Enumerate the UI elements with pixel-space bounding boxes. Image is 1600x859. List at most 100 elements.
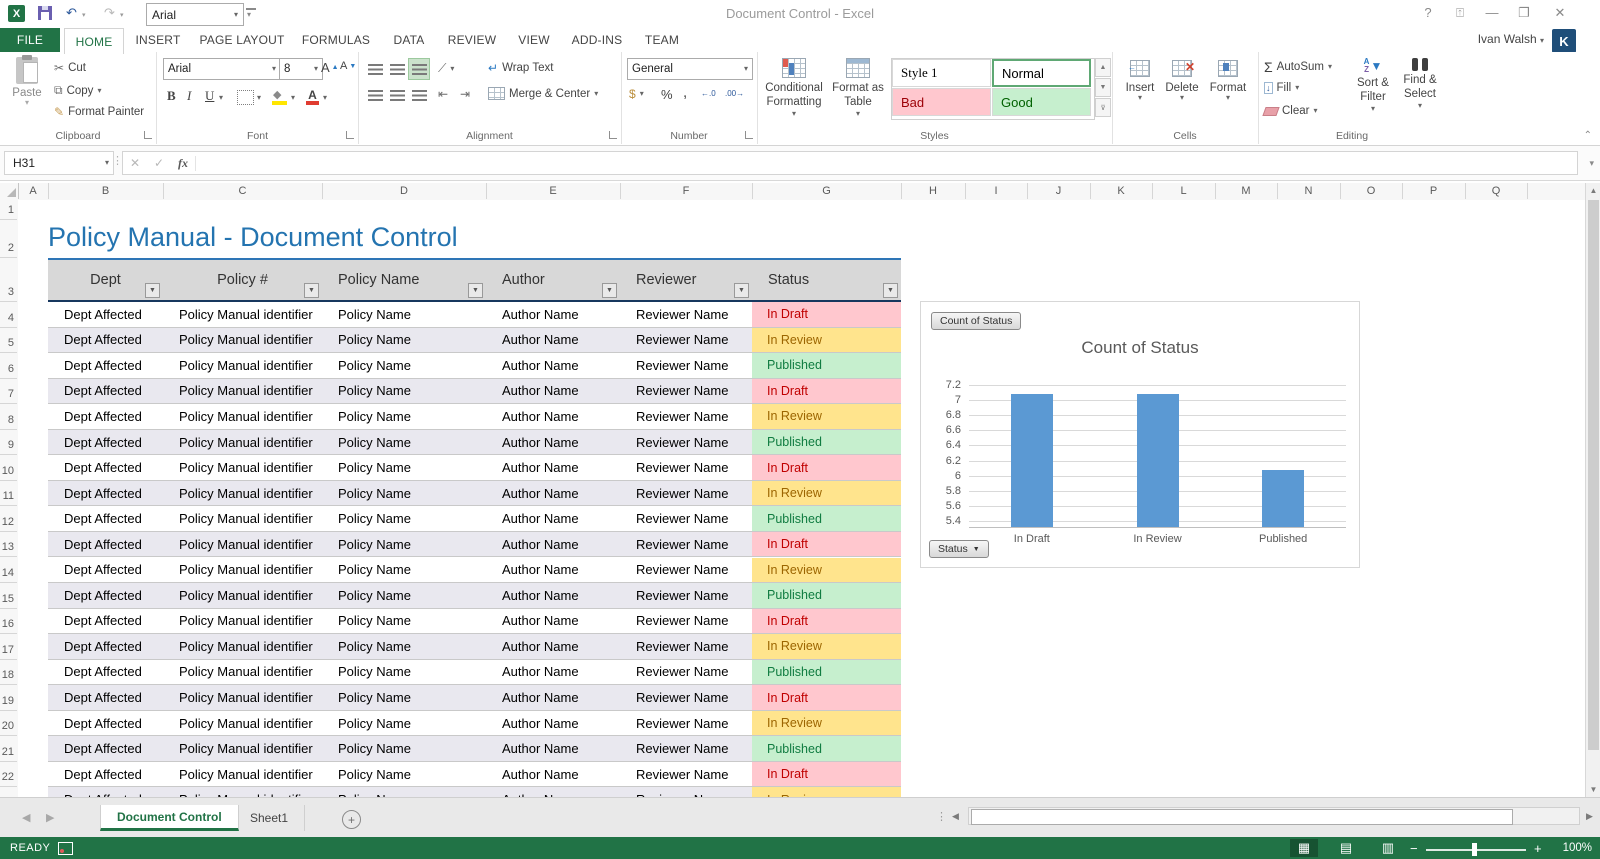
zoom-in-icon[interactable]: +: [1534, 841, 1542, 856]
borders-icon[interactable]: [237, 90, 254, 105]
row-header-11[interactable]: 11: [0, 481, 17, 507]
row-header-13[interactable]: 13: [0, 532, 17, 558]
wrap-text-button[interactable]: ↵ Wrap Text: [488, 61, 553, 75]
align-middle-button[interactable]: [386, 58, 408, 80]
status-badge[interactable]: In Draft: [752, 531, 901, 557]
cell-policy-num[interactable]: Policy Manual identifier: [163, 583, 322, 608]
column-header-D[interactable]: D: [322, 183, 487, 199]
cell-dept[interactable]: Dept Affected: [48, 379, 163, 404]
number-format-combo[interactable]: General ▾: [627, 58, 753, 80]
cell-policy-num[interactable]: Policy Manual identifier: [163, 379, 322, 404]
cell-dept[interactable]: Dept Affected: [48, 558, 163, 583]
cell-policy-num[interactable]: Policy Manual identifier: [163, 481, 322, 506]
cell-policy-name[interactable]: Policy Name: [322, 762, 486, 787]
cell-reviewer[interactable]: Reviewer Name: [620, 583, 752, 608]
status-badge[interactable]: In Review: [752, 480, 901, 506]
delete-cells-button[interactable]: ✕ Delete ▾: [1162, 60, 1202, 102]
shrink-font-button[interactable]: A ▼: [340, 60, 356, 72]
cell-dept[interactable]: Dept Affected: [48, 736, 163, 761]
style-good[interactable]: Good: [992, 88, 1091, 116]
italic-button[interactable]: I: [187, 88, 191, 104]
cell-policy-num[interactable]: Policy Manual identifier: [163, 685, 322, 710]
cell-author[interactable]: Author Name: [486, 481, 620, 506]
cell-policy-num[interactable]: Policy Manual identifier: [163, 353, 322, 378]
status-badge[interactable]: Published: [752, 429, 901, 455]
normal-view-icon[interactable]: ▦: [1290, 839, 1318, 857]
column-header-Q[interactable]: Q: [1465, 183, 1528, 199]
row-header-18[interactable]: 18: [0, 660, 17, 686]
row-header-4[interactable]: 4: [0, 302, 17, 328]
cell-dept[interactable]: Dept Affected: [48, 353, 163, 378]
font-name-combo[interactable]: Arial ▾: [163, 58, 281, 80]
column-header-F[interactable]: F: [620, 183, 753, 199]
filter-dropdown-icon[interactable]: ▼: [468, 283, 483, 298]
filter-dropdown-icon[interactable]: ▼: [883, 283, 898, 298]
row-header-15[interactable]: 15: [0, 583, 17, 609]
row-header-14[interactable]: 14: [0, 558, 17, 584]
column-header-C[interactable]: C: [163, 183, 323, 199]
cell-policy-num[interactable]: Policy Manual identifier: [163, 762, 322, 787]
cell-policy-name[interactable]: Policy Name: [322, 353, 486, 378]
ribbon-tab-home[interactable]: HOME: [64, 28, 124, 54]
minimize-icon[interactable]: —: [1480, 5, 1504, 20]
new-sheet-button[interactable]: +: [342, 810, 361, 829]
cell-policy-num[interactable]: Policy Manual identifier: [163, 302, 322, 327]
scroll-down-icon[interactable]: ▼: [1586, 782, 1600, 797]
cell-reviewer[interactable]: Reviewer Name: [620, 685, 752, 710]
table-row[interactable]: Dept AffectedPolicy Manual identifierPol…: [48, 685, 901, 711]
find-select-button[interactable]: Find & Select ▾: [1398, 58, 1442, 110]
cell-dept[interactable]: Dept Affected: [48, 302, 163, 327]
chevron-down-icon[interactable]: ▾: [219, 94, 223, 102]
cell-policy-name[interactable]: Policy Name: [322, 609, 486, 634]
column-header-G[interactable]: G: [752, 183, 902, 199]
cell-policy-name[interactable]: Policy Name: [322, 532, 486, 557]
ribbon-tab-data[interactable]: DATA: [382, 28, 436, 52]
cell-reviewer[interactable]: Reviewer Name: [620, 609, 752, 634]
pivot-chart[interactable]: Count of Status Count of Status 5.4 5.6 5.…: [920, 301, 1360, 568]
table-row[interactable]: Dept AffectedPolicy Manual identifierPol…: [48, 327, 901, 354]
macro-record-icon[interactable]: [58, 842, 73, 855]
filter-dropdown-icon[interactable]: ▼: [602, 283, 617, 298]
ribbon-tab-review[interactable]: REVIEW: [440, 28, 504, 52]
next-sheet-icon[interactable]: ▶: [46, 811, 54, 824]
font-size-combo[interactable]: 8 ▾: [279, 58, 323, 80]
status-badge[interactable]: In Draft: [752, 302, 901, 327]
cell-policy-name[interactable]: Policy Name: [322, 787, 486, 797]
cell-dept[interactable]: Dept Affected: [48, 506, 163, 531]
bar-in-review[interactable]: [1136, 394, 1179, 527]
style-style1[interactable]: Style 1: [892, 59, 991, 87]
dialog-launcher-icon[interactable]: [745, 131, 753, 139]
cell-policy-name[interactable]: Policy Name: [322, 404, 486, 429]
align-bottom-button[interactable]: [408, 58, 430, 80]
chevron-down-icon[interactable]: ▾: [257, 94, 261, 102]
chart-axis-field-button[interactable]: Status ▼: [929, 540, 989, 558]
cell-reviewer[interactable]: Reviewer Name: [620, 379, 752, 404]
cell-reviewer[interactable]: Reviewer Name: [620, 787, 752, 797]
dialog-launcher-icon[interactable]: [609, 131, 617, 139]
clear-button[interactable]: Clear ▾: [1262, 105, 1318, 117]
table-row[interactable]: Dept AffectedPolicy Manual identifierPol…: [48, 557, 901, 584]
format-as-table-button[interactable]: Format as Table ▾: [829, 58, 887, 118]
vertical-scrollbar[interactable]: ▲ ▼: [1585, 183, 1600, 797]
row-header-17[interactable]: 17: [0, 634, 17, 660]
align-center-button[interactable]: [386, 84, 408, 106]
table-row[interactable]: Dept AffectedPolicy Manual identifierPol…: [48, 378, 901, 405]
bar-published[interactable]: [1262, 469, 1305, 527]
cell-reviewer[interactable]: Reviewer Name: [620, 353, 752, 378]
cell-reviewer[interactable]: Reviewer Name: [620, 558, 752, 583]
status-badge[interactable]: In Review: [752, 710, 901, 736]
cell-reviewer[interactable]: Reviewer Name: [620, 660, 752, 685]
cell-policy-name[interactable]: Policy Name: [322, 455, 486, 480]
cell-policy-name[interactable]: Policy Name: [322, 302, 486, 327]
cell-author[interactable]: Author Name: [486, 558, 620, 583]
cell-reviewer[interactable]: Reviewer Name: [620, 736, 752, 761]
cell-reviewer[interactable]: Reviewer Name: [620, 634, 752, 659]
cell-author[interactable]: Author Name: [486, 455, 620, 480]
filter-dropdown-icon[interactable]: ▼: [734, 283, 749, 298]
table-row[interactable]: Dept AffectedPolicy Manual identifierPol…: [48, 583, 901, 609]
column-header-I[interactable]: I: [965, 183, 1028, 199]
status-badge[interactable]: Published: [752, 353, 901, 378]
ribbon-tab-page-layout[interactable]: PAGE LAYOUT: [194, 28, 290, 52]
table-row[interactable]: Dept AffectedPolicy Manual identifierPol…: [48, 659, 901, 686]
cell-dept[interactable]: Dept Affected: [48, 660, 163, 685]
